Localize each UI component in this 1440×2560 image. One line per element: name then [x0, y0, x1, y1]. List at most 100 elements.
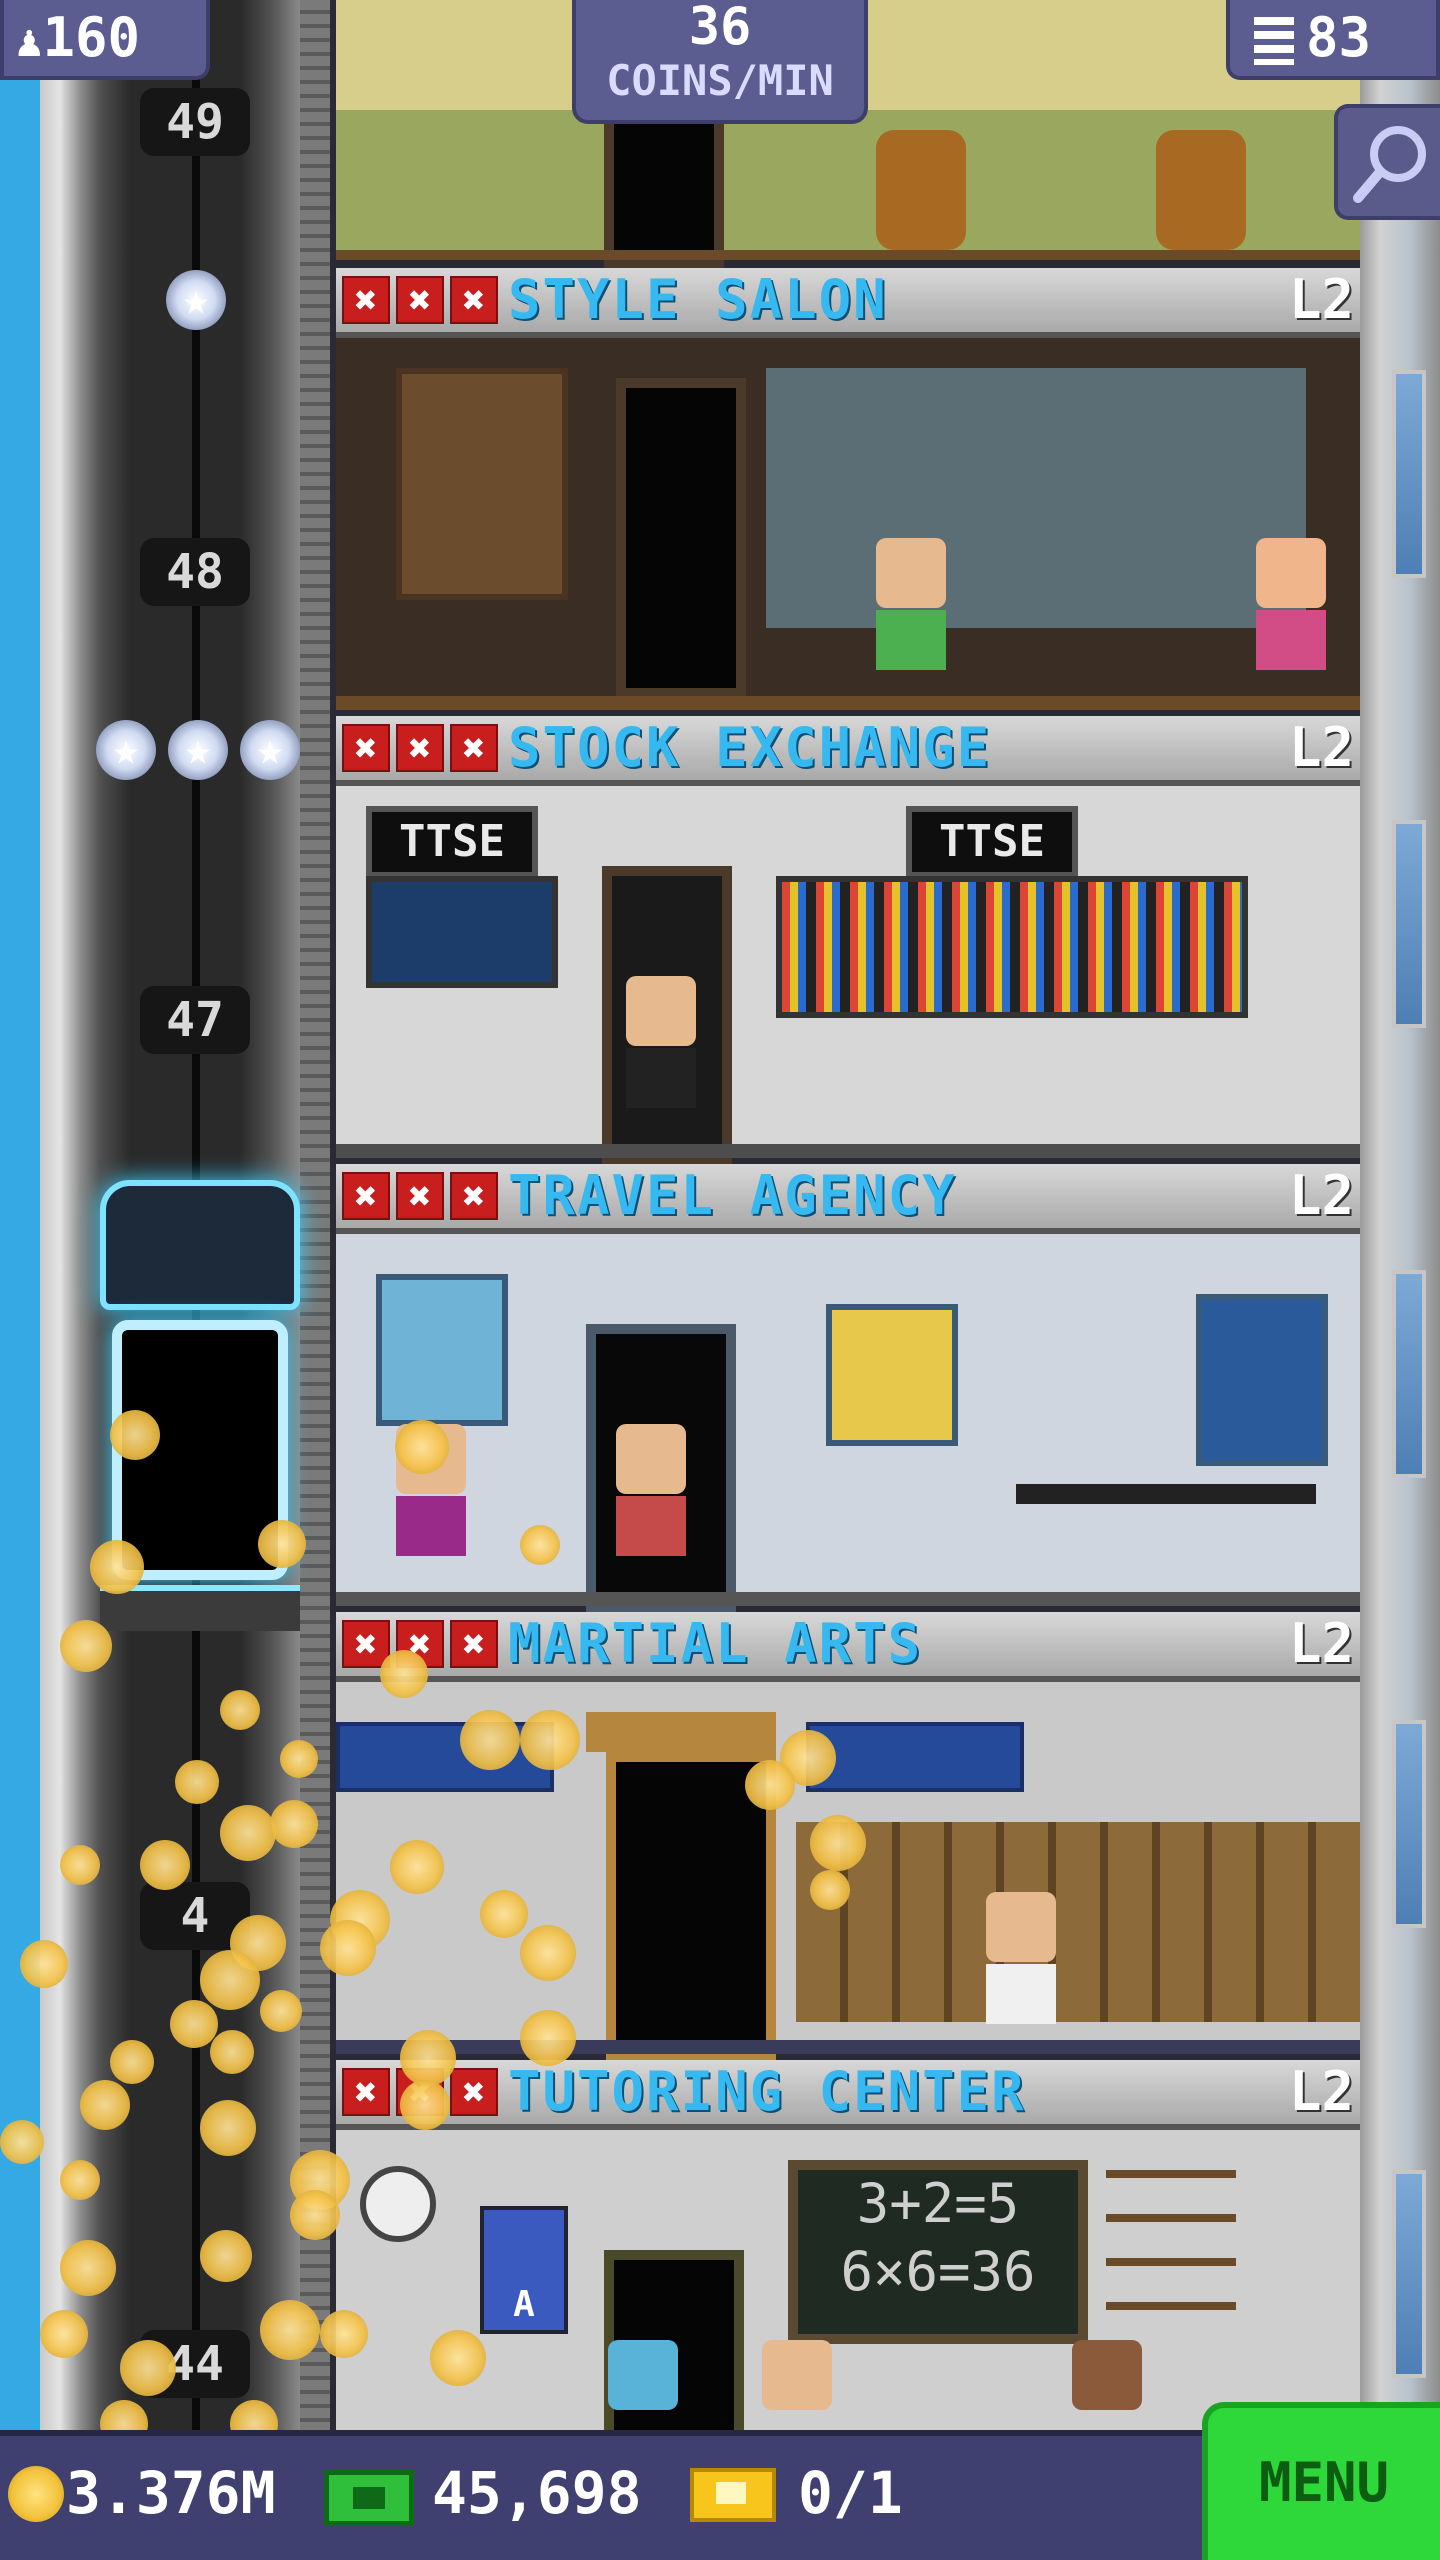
tower-right-wall	[1360, 0, 1440, 2430]
falling-coin[interactable]	[810, 1815, 866, 1871]
room-status-marks: ✖ ✖ ✖	[342, 276, 498, 324]
falling-coin[interactable]	[60, 1845, 100, 1885]
falling-coin[interactable]	[220, 1805, 276, 1861]
falling-coin[interactable]	[170, 2000, 218, 2048]
student	[1072, 2340, 1142, 2410]
falling-coin[interactable]	[200, 2100, 256, 2156]
ticker-sign: TTSE	[366, 806, 538, 878]
falling-coin[interactable]	[210, 2030, 254, 2074]
falling-coin[interactable]	[60, 1620, 112, 1672]
coin-icon	[8, 2466, 64, 2522]
falling-coin[interactable]	[110, 2040, 154, 2084]
falling-coin[interactable]	[60, 2240, 116, 2296]
room-header: ✖ ✖ ✖ MARTIAL ARTS L2	[336, 1612, 1360, 1682]
floor-stars: ★ ★ ★	[96, 720, 300, 780]
falling-coin[interactable]	[260, 1990, 302, 2032]
room-name: TRAVEL AGENCY	[508, 1164, 957, 1227]
zoom-button[interactable]	[1334, 104, 1440, 220]
customer	[616, 1424, 686, 1556]
falling-coin[interactable]	[520, 1925, 576, 1981]
population-counter[interactable]: ♟160	[0, 0, 210, 80]
falling-coin[interactable]	[745, 1760, 795, 1810]
falling-coin[interactable]	[520, 1525, 560, 1565]
floor-count-value: 83	[1306, 6, 1372, 69]
x-mark-icon: ✖	[342, 276, 390, 324]
falling-coin[interactable]	[320, 1920, 376, 1976]
falling-coin[interactable]	[200, 1950, 260, 2010]
room-tutoring-center[interactable]: ✖ ✖ ✖ TUTORING CENTER L2 A 3+2=5 6×6=36	[336, 2060, 1360, 2470]
room-door	[604, 110, 724, 270]
person-icon: ♟	[16, 16, 43, 67]
elevator-base	[100, 1585, 300, 1631]
room-floor	[336, 696, 1360, 710]
falling-coin[interactable]	[395, 1420, 449, 1474]
falling-coin[interactable]	[140, 1840, 190, 1890]
falling-coin[interactable]	[175, 1760, 219, 1804]
room-style-salon[interactable]: ✖ ✖ ✖ STYLE SALON L2	[336, 268, 1360, 716]
falling-coin[interactable]	[380, 1650, 428, 1698]
bookshelf	[1106, 2170, 1236, 2320]
coins-per-minute-value: 36	[688, 0, 752, 57]
room-name: STOCK EXCHANGE	[508, 716, 992, 779]
room-interior: TTSE TTSE	[336, 786, 1360, 1166]
falling-coin[interactable]	[290, 2190, 340, 2240]
falling-coin[interactable]	[220, 1690, 260, 1730]
customer	[876, 538, 946, 670]
star-icon: ★	[96, 720, 156, 780]
falling-coin[interactable]	[320, 2310, 368, 2358]
falling-coin[interactable]	[60, 2160, 100, 2200]
room-stock-exchange[interactable]: ✖ ✖ ✖ STOCK EXCHANGE L2 TTSE TTSE	[336, 716, 1360, 1166]
falling-coin[interactable]	[280, 1740, 318, 1778]
chalk-equation: 6×6=36	[840, 2240, 1036, 2303]
falling-coin[interactable]	[460, 1710, 520, 1770]
coins-total: 3.376M	[66, 2459, 276, 2527]
chalkboard: 3+2=5 6×6=36	[788, 2160, 1088, 2344]
floor-counter[interactable]: 83	[1226, 0, 1440, 80]
falling-coin[interactable]	[480, 1890, 528, 1938]
falling-coin[interactable]	[400, 2080, 450, 2130]
x-mark-icon: ✖	[342, 1172, 390, 1220]
falling-coin[interactable]	[270, 1800, 318, 1848]
falling-coin[interactable]	[400, 2030, 456, 2086]
falling-coin[interactable]	[430, 2330, 486, 2386]
falling-coin[interactable]	[20, 1940, 68, 1988]
armchair	[876, 130, 966, 250]
falling-coin[interactable]	[200, 2230, 252, 2282]
falling-coin[interactable]	[0, 2120, 44, 2164]
trader	[626, 976, 696, 1108]
falling-coin[interactable]	[90, 1540, 144, 1594]
room-header: ✖ ✖ ✖ STYLE SALON L2	[336, 268, 1360, 338]
x-mark-icon: ✖	[450, 276, 498, 324]
room-header: ✖ ✖ ✖ TRAVEL AGENCY L2	[336, 1164, 1360, 1234]
room-travel-agency[interactable]: ✖ ✖ ✖ TRAVEL AGENCY L2	[336, 1164, 1360, 1614]
shaft-rail	[300, 0, 330, 2430]
room-name: TUTORING CENTER	[508, 2060, 1026, 2123]
travel-poster	[376, 1274, 508, 1426]
falling-coin[interactable]	[258, 1520, 306, 1568]
room-interior	[336, 1234, 1360, 1614]
torii-gate	[586, 1712, 776, 1752]
room-interior	[336, 338, 1360, 710]
falling-coin[interactable]	[80, 2080, 130, 2130]
falling-coin[interactable]	[40, 2310, 88, 2358]
menu-button[interactable]: MENU	[1202, 2402, 1440, 2560]
falling-coin[interactable]	[260, 2300, 320, 2360]
travel-poster	[1196, 1294, 1328, 1466]
x-mark-icon: ✖	[342, 724, 390, 772]
falling-coin[interactable]	[810, 1870, 850, 1910]
x-mark-icon: ✖	[450, 1620, 498, 1668]
desk	[1016, 1484, 1316, 1504]
wall-window	[1392, 1720, 1426, 1928]
falling-coin[interactable]	[120, 2340, 176, 2396]
wooden-wall	[796, 1822, 1360, 2022]
shelf	[396, 368, 568, 600]
falling-coin[interactable]	[520, 2010, 576, 2066]
falling-coin[interactable]	[390, 1840, 444, 1894]
dojo-banner	[806, 1722, 1024, 1792]
falling-coin[interactable]	[520, 1710, 580, 1770]
tutor	[762, 2340, 832, 2410]
falling-coin[interactable]	[110, 1410, 160, 1460]
room-floor	[336, 1144, 1360, 1158]
stock-chart-screen	[366, 876, 558, 988]
stylist	[1256, 538, 1326, 670]
